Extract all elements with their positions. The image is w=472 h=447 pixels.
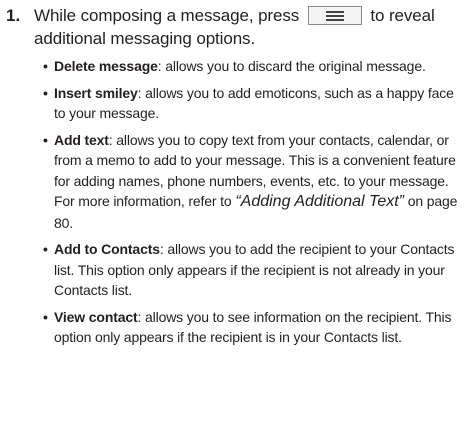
bullet: • [43, 58, 48, 74]
option-term: Add text [54, 131, 109, 148]
option-delete-message: • Delete message: allows you to discard … [43, 56, 466, 77]
step-number: 1. [6, 6, 21, 25]
bullet: • [43, 131, 48, 148]
step-1: 1. While composing a message, press to r… [6, 4, 466, 354]
option-term: View contact [54, 308, 138, 325]
step-instruction: While composing a message, press to reve… [34, 4, 466, 50]
option-add-to-contacts: • Add to Contacts: allows you to add the… [43, 239, 466, 301]
option-add-text: • Add text: allows you to copy text from… [43, 130, 466, 234]
option-description: : allows you to discard the original mes… [157, 58, 426, 74]
cross-reference-link[interactable]: “Adding Additional Text” [235, 193, 404, 210]
bullet: • [43, 241, 48, 257]
option-term: Insert smiley [54, 84, 138, 101]
options-list: • Delete message: allows you to discard … [6, 56, 466, 348]
menu-key-icon [307, 6, 362, 25]
option-term: Add to Contacts [54, 241, 160, 257]
option-insert-smiley: • Insert smiley: allows you to add emoti… [43, 83, 466, 124]
bullet: • [43, 84, 48, 101]
manual-page: 1. While composing a message, press to r… [0, 0, 472, 447]
bullet: • [43, 308, 48, 325]
step-text-before: While composing a message, press [34, 6, 300, 25]
option-view-contact: • View contact: allows you to see inform… [43, 307, 466, 348]
option-term: Delete message [54, 58, 158, 74]
